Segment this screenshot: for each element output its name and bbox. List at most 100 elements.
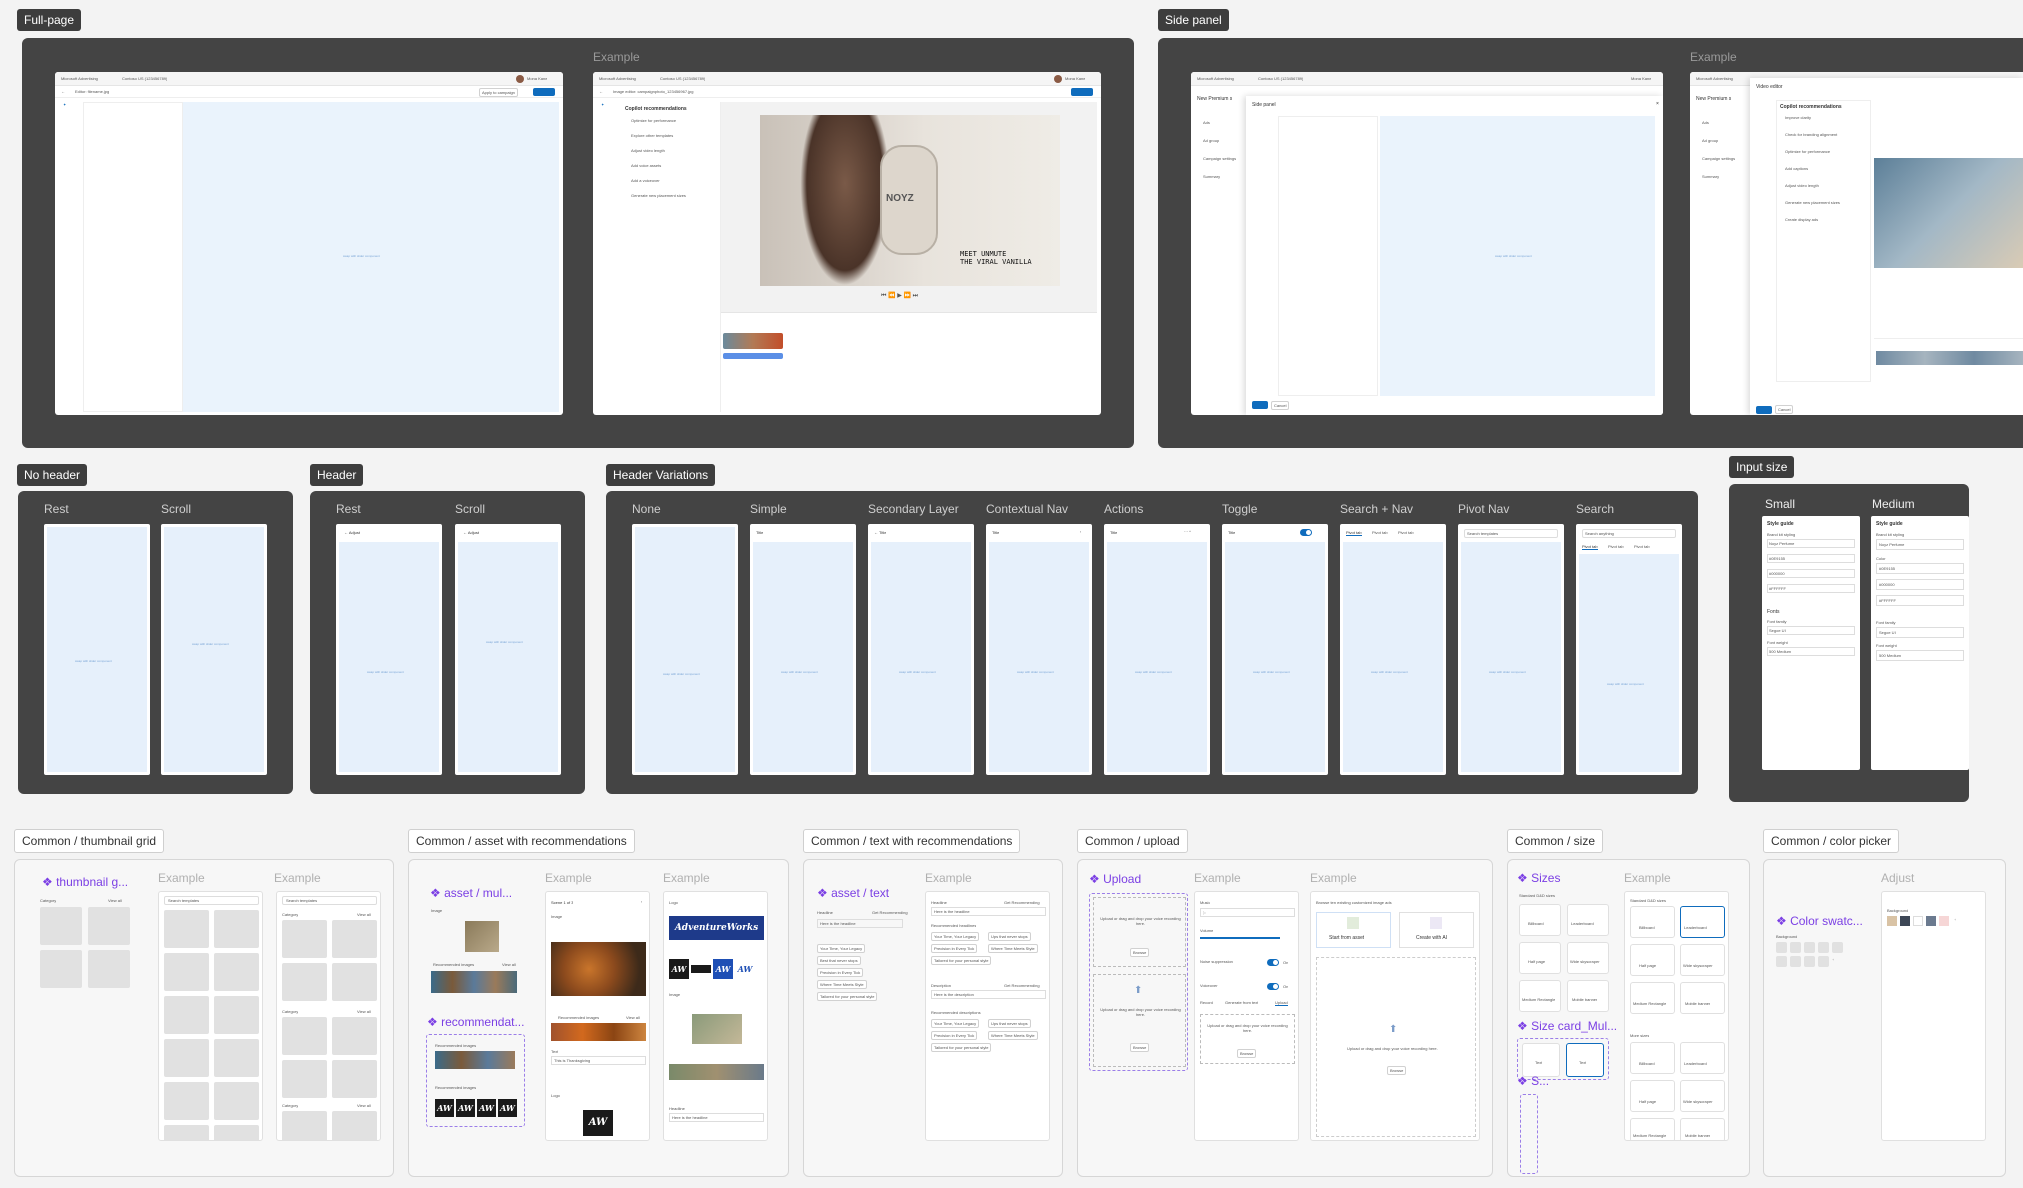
logo-aw[interactable]: AW	[583, 1110, 613, 1136]
thumb-tile[interactable]	[214, 1125, 259, 1140]
swatch[interactable]	[1900, 916, 1910, 926]
font-family-select[interactable]: Segoe UI	[1876, 627, 1964, 638]
rec-item[interactable]: Explore other templates	[631, 133, 716, 138]
close-icon[interactable]: ×	[1656, 101, 1659, 107]
pivot-tab[interactable]: Pivot tab	[1346, 530, 1362, 536]
pivot-tab[interactable]: Pivot tab	[1608, 544, 1624, 549]
asset-image[interactable]	[551, 942, 646, 996]
step-ads[interactable]: Ads	[1702, 120, 1709, 125]
thumb-tile[interactable]	[40, 950, 82, 988]
color-input[interactable]: #0E9155	[1876, 563, 1964, 574]
thumb-tile[interactable]	[214, 996, 259, 1034]
dropzone[interactable]: ⬆ Upload or drag and drop your voice rec…	[1093, 974, 1186, 1067]
header-adjust[interactable]: ← Adjust	[344, 530, 360, 535]
thumb-tile[interactable]	[332, 1017, 377, 1055]
rec-chip[interactable]: Where Time Meets Style	[988, 944, 1038, 953]
thumb-tile[interactable]	[40, 907, 82, 945]
video-thumbnail[interactable]	[1874, 158, 2023, 268]
pivot-tab[interactable]: Pivot tab	[1582, 544, 1598, 550]
rec-item[interactable]: Optimize for performance	[631, 118, 716, 123]
thumb-tile[interactable]	[282, 1060, 327, 1098]
logo-aw[interactable]: AW	[498, 1099, 517, 1117]
browse-button[interactable]: Browse	[1237, 1049, 1257, 1058]
view-all-link[interactable]: View all	[357, 912, 371, 917]
thumb-tile[interactable]	[164, 1125, 209, 1140]
rec-images-strip[interactable]	[551, 1023, 646, 1041]
thumb-tile[interactable]	[214, 1039, 259, 1077]
rec-chip[interactable]: Best that never stops	[817, 956, 861, 965]
get-rec-button[interactable]: Get Recommending	[1004, 900, 1040, 905]
copilot-icon[interactable]: ✦	[601, 102, 619, 107]
size-card-wide-skyscraper[interactable]: Wide skyscraper	[1680, 944, 1725, 976]
swatch-empty[interactable]	[1776, 956, 1787, 967]
thumb-tile[interactable]	[332, 963, 377, 1001]
rec-images-strip[interactable]	[435, 1051, 515, 1069]
size-card-text[interactable]: Text	[1522, 1043, 1560, 1077]
rec-item[interactable]: Create display ads	[1785, 217, 1867, 222]
logo-aw[interactable]: AW	[435, 1099, 454, 1117]
rec-chip[interactable]: Precision in Every Tick	[931, 944, 978, 953]
rec-item[interactable]: Check for branding alignment	[1785, 132, 1867, 137]
font-weight-select[interactable]: 500 Medium	[1767, 647, 1855, 656]
thumb-tile[interactable]	[164, 1082, 209, 1120]
rec-item[interactable]: Optimize for performance	[1785, 149, 1867, 154]
start-from-asset-card[interactable]: Start from asset	[1316, 912, 1391, 948]
more-icon[interactable]: ⋯ ^	[1184, 529, 1191, 534]
rec-item[interactable]: Add voice assets	[631, 163, 716, 168]
swatch-empty[interactable]	[1790, 942, 1801, 953]
view-all-link[interactable]: View all	[502, 962, 516, 967]
pivot-tab[interactable]: Pivot tab	[1398, 530, 1414, 535]
size-card-billboard[interactable]: Billboard	[1519, 904, 1561, 936]
swatch[interactable]	[1939, 916, 1949, 926]
thumb-tile[interactable]	[164, 996, 209, 1034]
voiceover-toggle[interactable]	[1267, 983, 1279, 990]
save-button[interactable]	[1252, 401, 1268, 409]
step-campaign[interactable]: Campaign settings	[1203, 156, 1236, 161]
create-with-ai-card[interactable]: Create with AI	[1399, 912, 1474, 948]
chevron-right-icon[interactable]: ›	[641, 899, 642, 904]
adventure-works-logo[interactable]: AdventureWorks	[669, 916, 764, 940]
video-timeline[interactable]	[1874, 338, 2023, 378]
pivot-tab[interactable]: Pivot tab	[1372, 530, 1388, 535]
size-card-billboard[interactable]: Billboard	[1630, 1042, 1675, 1074]
tab-generate[interactable]: Generate from text	[1225, 1000, 1258, 1005]
step-ads[interactable]: Ads	[1203, 120, 1210, 125]
noise-toggle[interactable]	[1267, 959, 1279, 966]
timeline-track[interactable]	[723, 353, 783, 359]
rec-chip[interactable]: Your Time, Your Legacy	[931, 932, 980, 941]
size-card-wide-skyscraper[interactable]: Wide skyscraper	[1680, 1080, 1725, 1112]
color-input[interactable]: #FFFFFF	[1767, 584, 1855, 593]
size-card-medium-rectangle[interactable]: Medium Rectangle	[1519, 980, 1561, 1012]
thumb-tile[interactable]	[214, 953, 259, 991]
add-swatch-icon[interactable]: +	[1954, 917, 1956, 922]
swatch-empty[interactable]	[1790, 956, 1801, 967]
thumb-tile[interactable]	[282, 1017, 327, 1055]
save-button[interactable]	[1071, 88, 1093, 96]
swatch-empty[interactable]	[1818, 942, 1829, 953]
headline-input[interactable]: Here is the headline	[817, 919, 903, 928]
view-all-link[interactable]: View all	[108, 898, 122, 903]
back-icon[interactable]: ←	[61, 89, 65, 94]
playback-controls[interactable]: ⏮ ⏪ ▶ ⏩ ⏭	[881, 292, 918, 300]
thumb-tile[interactable]	[164, 1039, 209, 1077]
size-card-half-page[interactable]: Half page	[1630, 1080, 1675, 1112]
size-card-text-selected[interactable]: Text	[1566, 1043, 1604, 1077]
rec-item[interactable]: Add a voiceover	[631, 178, 716, 183]
thumb-tile[interactable]	[88, 907, 130, 945]
rec-chip[interactable]: Tailored for your personal style	[931, 956, 992, 965]
step-campaign[interactable]: Campaign settings	[1702, 156, 1735, 161]
size-card-leaderboard[interactable]: Leaderboard	[1680, 906, 1725, 938]
rec-chip[interactable]: Your Time, Your Legacy	[931, 1019, 980, 1028]
dropzone[interactable]: ⬆ Upload or drag and drop your voice rec…	[1316, 957, 1476, 1137]
cancel-button[interactable]: Cancel	[1775, 405, 1794, 414]
rec-item[interactable]: Add captions	[1785, 166, 1867, 171]
size-card-mobile-banner[interactable]: Mobile banner	[1680, 982, 1725, 1014]
rec-chip[interactable]: Tailored for your personal style	[931, 1043, 992, 1052]
rec-images-strip[interactable]	[431, 971, 517, 993]
avatar[interactable]	[1054, 75, 1062, 83]
color-input[interactable]: #000000	[1767, 569, 1855, 578]
account-label[interactable]: Contoso US (123456789)	[1258, 76, 1303, 81]
pivot-tab[interactable]: Pivot tab	[1634, 544, 1650, 549]
thumb-tile[interactable]	[282, 963, 327, 1001]
timeline[interactable]	[721, 312, 1097, 412]
